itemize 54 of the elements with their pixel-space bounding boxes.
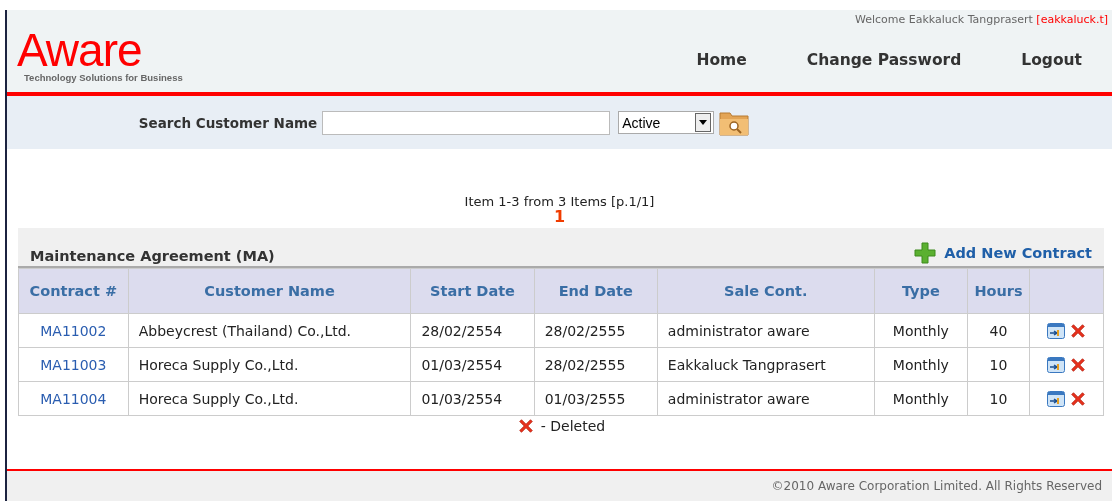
copyright-text: ©2010 Aware Corporation Limited. All Rights Reserved <box>771 479 1102 495</box>
table-cell: 01/03/2554 <box>410 347 535 382</box>
edit-icon[interactable] <box>1046 390 1065 407</box>
table-cell: Monthly <box>874 381 968 416</box>
table-cell: Horeca Supply Co.,Ltd. <box>128 347 411 382</box>
page-number-link[interactable]: 1 <box>553 209 566 225</box>
table-cell: administrator aware <box>657 313 875 348</box>
column-header: Hours <box>967 268 1030 314</box>
folder-search-icon[interactable] <box>719 109 751 136</box>
caret-icon[interactable] <box>695 113 712 132</box>
table-cell: 01/03/2555 <box>534 381 658 416</box>
pager-summary: Item 1-3 from 3 Items [p.1/1] <box>464 194 655 209</box>
table-cell: Monthly <box>874 347 968 382</box>
nav-link[interactable]: Change Password <box>776 51 992 69</box>
table-cell: administrator aware <box>657 381 875 416</box>
edit-icon[interactable] <box>1046 356 1065 373</box>
edit-icon[interactable] <box>1046 322 1065 339</box>
nav-link[interactable]: Logout <box>991 51 1112 69</box>
search-label: Search Customer Name <box>138 114 318 131</box>
column-header: Contract # <box>18 268 129 314</box>
logo-wordmark: Aware <box>17 28 142 72</box>
status-dropdown[interactable]: Active <box>618 111 715 134</box>
delete-icon[interactable] <box>1068 355 1087 374</box>
table-cell: Monthly <box>874 313 968 348</box>
column-header: Customer Name <box>128 268 411 314</box>
table-cell: 01/03/2554 <box>410 381 535 416</box>
column-header: Sale Cont. <box>657 268 875 314</box>
column-header: Start Date <box>410 268 535 314</box>
table-cell: Abbeycrest (Thailand) Co.,Ltd. <box>128 313 411 348</box>
delete-icon[interactable] <box>1068 321 1087 340</box>
panel-title: Maintenance Agreement (MA) <box>30 248 275 264</box>
legend-text: - Deleted <box>540 418 606 434</box>
table-cell: 10 <box>967 381 1030 416</box>
contract-link[interactable]: MA11004 <box>18 381 129 416</box>
table-cell: 28/02/2555 <box>534 347 658 382</box>
contract-link[interactable]: MA11003 <box>18 347 129 382</box>
table-cell: 10 <box>967 347 1030 382</box>
table-cell: Eakkaluck Tangprasert <box>657 347 875 382</box>
add-contract-link[interactable]: Add New Contract <box>914 242 1092 264</box>
column-header: End Date <box>534 268 658 314</box>
logo-tagline: Technology Solutions for Business <box>23 72 183 83</box>
table-cell: 28/02/2555 <box>534 313 658 348</box>
table-cell: 40 <box>967 313 1030 348</box>
search-field[interactable] <box>322 110 611 135</box>
username-link[interactable]: [eakkaluck.t] <box>1036 13 1108 26</box>
delete-icon[interactable] <box>1068 389 1087 408</box>
table-cell: 28/02/2554 <box>410 313 535 348</box>
contract-link[interactable]: MA11002 <box>18 313 129 348</box>
deleted-icon <box>516 417 535 435</box>
column-header: Type <box>874 268 968 314</box>
welcome-text: Welcome Eakkaluck Tangprasert <box>854 13 1033 26</box>
plus-icon <box>914 242 937 264</box>
nav-link[interactable]: Home <box>666 51 777 69</box>
table-cell: Horeca Supply Co.,Ltd. <box>128 381 411 416</box>
